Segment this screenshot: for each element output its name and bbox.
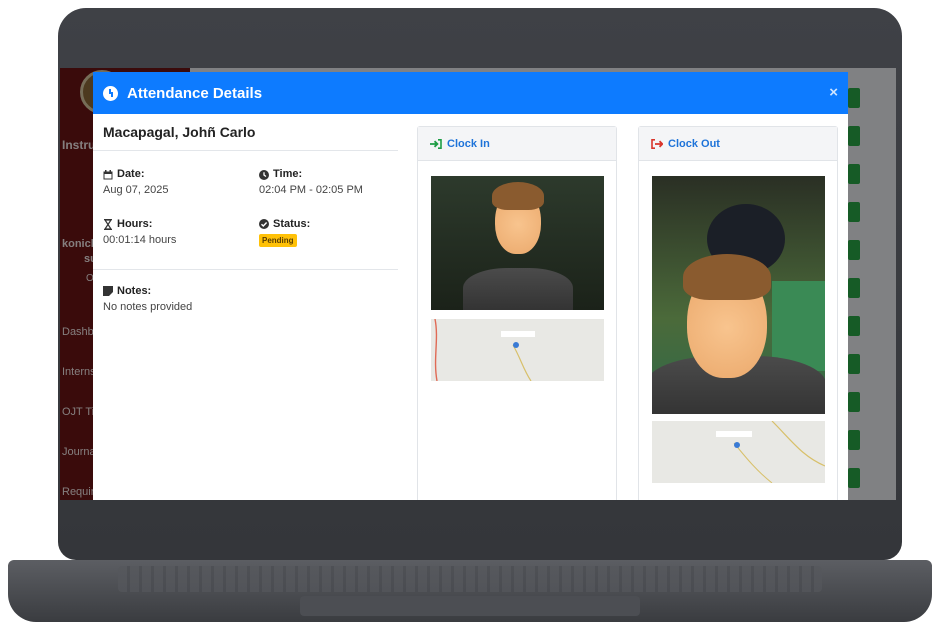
hours-label: Hours: (117, 218, 153, 230)
clock-out-map[interactable] (652, 421, 825, 483)
check-circle-icon (259, 219, 269, 229)
time-label: Time: (273, 168, 303, 180)
time-value: 02:04 PM - 02:05 PM (259, 184, 363, 196)
clock-icon (103, 85, 118, 101)
avatar-hair (683, 254, 771, 300)
hourglass-icon (103, 219, 113, 230)
clock-out-photo[interactable] (652, 176, 825, 414)
attendance-info: Macapagal, Johñ Carlo (103, 124, 403, 140)
divider (93, 150, 398, 151)
laptop-screen: Instru konich suma OJ Dashb Interns OJT … (60, 68, 896, 500)
avatar-body (463, 268, 573, 310)
map-route (434, 319, 535, 381)
modal-header: Attendance Details × (93, 72, 848, 114)
map-pin-icon (513, 342, 519, 348)
map-pin-icon (734, 442, 740, 448)
student-name: Macapagal, Johñ Carlo (103, 124, 256, 140)
attendance-details-modal: Attendance Details × Macapagal, Johñ Car… (93, 72, 848, 500)
modal-title: Attendance Details (127, 84, 263, 102)
clock-in-map[interactable] (431, 319, 604, 381)
clock-out-title: Clock Out (668, 137, 720, 150)
map-route (716, 421, 825, 483)
clock-in-header: Clock In (418, 127, 616, 161)
notes-value: No notes provided (103, 301, 193, 313)
clock-icon (259, 170, 269, 180)
clock-in-card: Clock In (417, 126, 617, 500)
status-badge: Pending (259, 234, 297, 247)
clock-out-header: Clock Out (639, 127, 837, 161)
calendar-icon (103, 170, 113, 180)
date-value: Aug 07, 2025 (103, 184, 169, 196)
close-icon[interactable]: × (829, 84, 838, 101)
laptop-keyboard (118, 566, 822, 592)
date-label: Date: (117, 168, 145, 180)
status-label: Status: (273, 218, 311, 230)
clock-in-title: Clock In (447, 137, 490, 150)
hours-value: 00:01:14 hours (103, 234, 177, 246)
avatar-hair (492, 182, 544, 210)
sign-in-icon (430, 138, 442, 149)
laptop-trackpad (300, 596, 640, 616)
divider (93, 269, 398, 270)
clock-out-card: Clock Out (638, 126, 838, 500)
clock-in-photo[interactable] (431, 176, 604, 310)
notes-label: Notes: (117, 285, 152, 297)
sign-out-icon (651, 138, 663, 149)
sticky-note-icon (103, 286, 113, 296)
